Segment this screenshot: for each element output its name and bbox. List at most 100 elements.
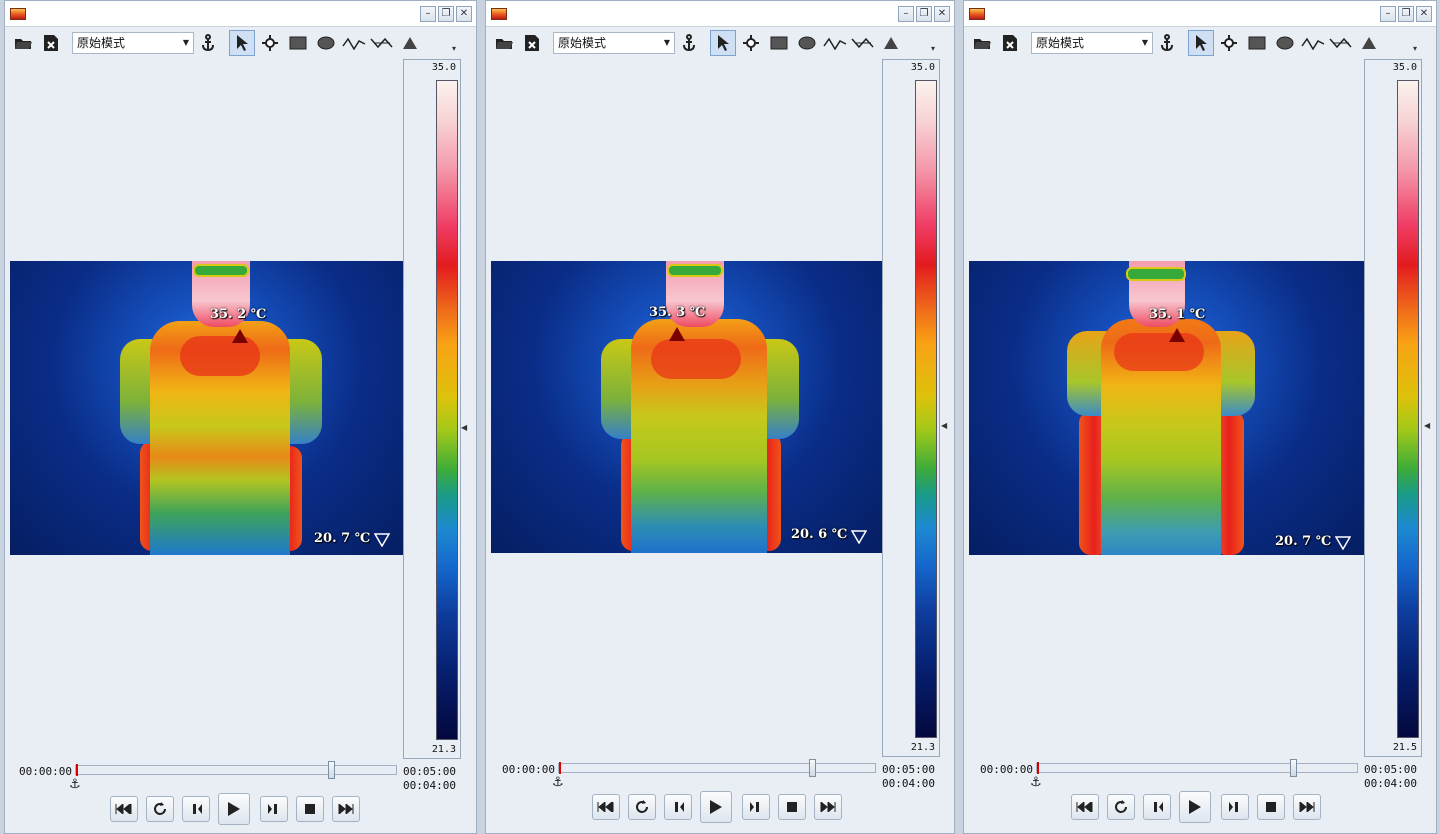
skip-to-start-button[interactable]	[110, 796, 138, 822]
timeline-slider[interactable]	[558, 759, 876, 777]
collapse-panel-icon[interactable]: ◀	[941, 421, 949, 433]
timeline-slider[interactable]	[1036, 759, 1358, 777]
scale-max-value: 35.0	[910, 62, 935, 73]
skip-to-end-button[interactable]	[332, 796, 360, 822]
title-bar: – ❐ ✕	[964, 1, 1436, 27]
timeline-thumb[interactable]	[1290, 759, 1297, 777]
skip-to-end-button[interactable]	[814, 794, 842, 820]
collapse-panel-icon[interactable]: ◀	[461, 423, 469, 435]
close-file-icon[interactable]	[997, 30, 1023, 56]
polyline-icon[interactable]	[822, 30, 848, 56]
time-current: 00:04:00	[882, 777, 935, 790]
close-button[interactable]: ✕	[456, 6, 472, 22]
ellipse-icon[interactable]	[313, 30, 339, 56]
open-folder-icon[interactable]	[10, 30, 36, 56]
step-forward-button[interactable]	[1221, 794, 1249, 820]
color-scale-panel: 35.0 21.3	[882, 59, 940, 757]
thermal-window-3: – ❐ ✕ 原始模式 ▼ ▾ 35. 1 ℃ 20. 7 ℃ 35.0 21.5…	[963, 0, 1437, 834]
triangle-icon[interactable]	[878, 30, 904, 56]
toolbar-overflow-icon[interactable]: ▾	[931, 44, 941, 54]
skip-to-start-button[interactable]	[1071, 794, 1099, 820]
step-back-button[interactable]	[664, 794, 692, 820]
scale-min-value: 21.3	[910, 742, 935, 753]
pointer-icon[interactable]	[1188, 30, 1214, 56]
crosshair-icon[interactable]	[1216, 30, 1242, 56]
stop-button[interactable]	[1257, 794, 1285, 820]
scale-max-value: 35.0	[1392, 62, 1417, 73]
anchor-icon[interactable]	[1154, 30, 1180, 56]
step-back-button[interactable]	[1143, 794, 1171, 820]
freehand-icon[interactable]	[369, 30, 395, 56]
play-button[interactable]	[700, 791, 732, 823]
rectangle-icon[interactable]	[285, 30, 311, 56]
skip-to-end-button[interactable]	[1293, 794, 1321, 820]
loop-button[interactable]	[146, 796, 174, 822]
timeline-thumb[interactable]	[328, 761, 335, 779]
minimize-button[interactable]: –	[1380, 6, 1396, 22]
loop-button[interactable]	[628, 794, 656, 820]
open-folder-icon[interactable]	[969, 30, 995, 56]
polyline-icon[interactable]	[341, 30, 367, 56]
mode-select-value: 原始模式	[558, 36, 607, 50]
minimize-button[interactable]: –	[898, 6, 914, 22]
min-temp-marker	[374, 533, 390, 547]
scale-min-value: 21.3	[431, 744, 456, 755]
minimize-button[interactable]: –	[420, 6, 436, 22]
close-file-icon[interactable]	[519, 30, 545, 56]
skip-to-start-button[interactable]	[592, 794, 620, 820]
close-file-icon[interactable]	[38, 30, 64, 56]
anchor-icon[interactable]	[676, 30, 702, 56]
anchor-marker-icon: ⚓	[552, 775, 564, 790]
ellipse-icon[interactable]	[794, 30, 820, 56]
time-total: 00:05:00	[882, 763, 935, 776]
loop-button[interactable]	[1107, 794, 1135, 820]
pointer-icon[interactable]	[229, 30, 255, 56]
crosshair-icon[interactable]	[257, 30, 283, 56]
mode-select[interactable]: 原始模式 ▼	[553, 32, 675, 54]
anchor-icon[interactable]	[195, 30, 221, 56]
restore-button[interactable]: ❐	[916, 6, 932, 22]
step-forward-button[interactable]	[742, 794, 770, 820]
close-button[interactable]: ✕	[1416, 6, 1432, 22]
restore-button[interactable]: ❐	[438, 6, 454, 22]
stop-button[interactable]	[296, 796, 324, 822]
polyline-icon[interactable]	[1300, 30, 1326, 56]
toolbar: 原始模式 ▼ ▾	[486, 28, 954, 58]
timeline-thumb[interactable]	[809, 759, 816, 777]
triangle-icon[interactable]	[397, 30, 423, 56]
rectangle-icon[interactable]	[766, 30, 792, 56]
time-total: 00:05:00	[1364, 763, 1417, 776]
ellipse-icon[interactable]	[1272, 30, 1298, 56]
mode-select[interactable]: 原始模式 ▼	[1031, 32, 1153, 54]
collapse-panel-icon[interactable]: ◀	[1424, 421, 1432, 433]
close-button[interactable]: ✕	[934, 6, 950, 22]
thermal-image: 35. 2 ℃ 20. 7 ℃	[10, 261, 405, 555]
toolbar-overflow-icon[interactable]: ▾	[1413, 44, 1423, 54]
color-scale-bar	[1397, 80, 1419, 738]
max-temp-label: 35. 1 ℃	[1149, 307, 1206, 322]
step-back-button[interactable]	[182, 796, 210, 822]
play-button[interactable]	[218, 793, 250, 825]
image-viewport: 35. 2 ℃ 20. 7 ℃	[10, 59, 405, 759]
timeline-slider[interactable]	[75, 761, 397, 779]
pointer-icon[interactable]	[710, 30, 736, 56]
max-temp-marker	[1169, 328, 1185, 342]
restore-button[interactable]: ❐	[1398, 6, 1414, 22]
color-scale-bar	[915, 80, 937, 738]
anchor-marker-icon: ⚓	[1030, 775, 1042, 790]
toolbar-overflow-icon[interactable]: ▾	[452, 44, 462, 54]
rectangle-icon[interactable]	[1244, 30, 1270, 56]
time-current: 00:04:00	[403, 779, 456, 792]
freehand-icon[interactable]	[1328, 30, 1354, 56]
scale-min-value: 21.5	[1392, 742, 1417, 753]
crosshair-icon[interactable]	[738, 30, 764, 56]
step-forward-button[interactable]	[260, 796, 288, 822]
play-button[interactable]	[1179, 791, 1211, 823]
mode-select[interactable]: 原始模式 ▼	[72, 32, 194, 54]
triangle-icon[interactable]	[1356, 30, 1382, 56]
freehand-icon[interactable]	[850, 30, 876, 56]
time-start: 00:00:00	[980, 763, 1033, 776]
stop-button[interactable]	[778, 794, 806, 820]
color-scale-panel: 35.0 21.3	[403, 59, 461, 759]
open-folder-icon[interactable]	[491, 30, 517, 56]
